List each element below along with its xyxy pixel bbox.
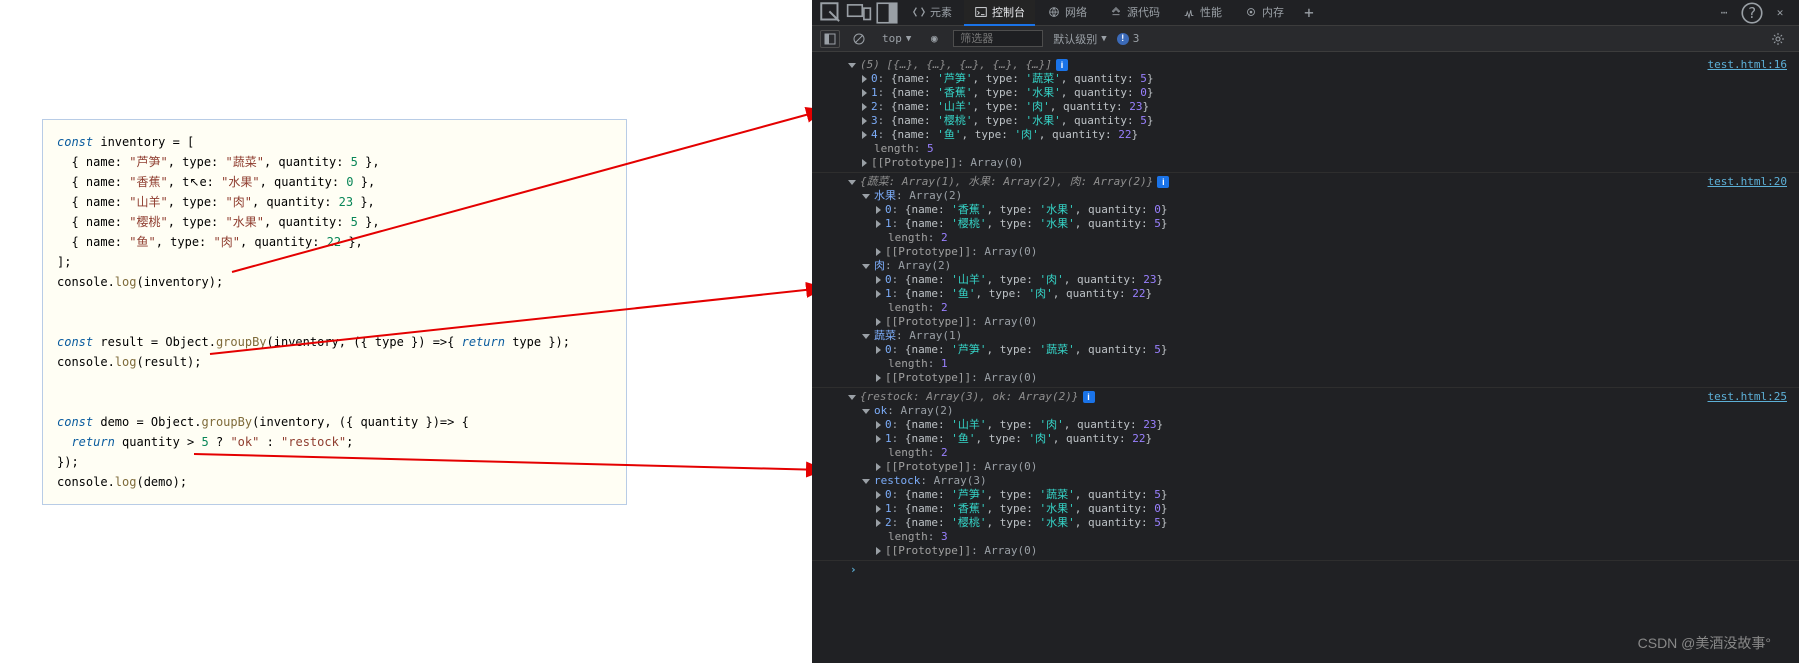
close-icon[interactable]: ✕ xyxy=(1767,2,1793,24)
inspect-icon[interactable] xyxy=(818,2,844,24)
context-selector[interactable]: top▼ xyxy=(878,32,915,45)
tab-sources[interactable]: 源代码 xyxy=(1099,0,1170,26)
source-link[interactable]: test.html:16 xyxy=(1708,58,1787,71)
tab-network[interactable]: 网络 xyxy=(1037,0,1097,26)
log-entry[interactable]: test.html:25 {restock: Array(3), ok: Arr… xyxy=(812,387,1799,560)
sidebar-toggle-icon[interactable] xyxy=(820,30,840,48)
help-icon[interactable]: ? xyxy=(1739,2,1765,24)
cursor-icon: ↖ xyxy=(189,175,199,189)
console-prompt[interactable]: › xyxy=(812,560,1799,578)
console-output[interactable]: test.html:16 (5) [{…}, {…}, {…}, {…}, {…… xyxy=(812,52,1799,663)
log-entry[interactable]: test.html:16 (5) [{…}, {…}, {…}, {…}, {…… xyxy=(812,56,1799,172)
more-icon[interactable]: ⋯ xyxy=(1711,2,1737,24)
watermark: CSDN @美酒没故事° xyxy=(1638,633,1771,653)
source-link[interactable]: test.html:20 xyxy=(1708,175,1787,188)
log-levels[interactable]: 默认级别▼ xyxy=(1049,31,1110,47)
dock-icon[interactable] xyxy=(874,2,900,24)
chevron-right-icon[interactable] xyxy=(862,75,867,83)
info-icon[interactable]: i xyxy=(1083,391,1095,403)
device-icon[interactable] xyxy=(846,2,872,24)
source-link[interactable]: test.html:25 xyxy=(1708,390,1787,403)
tab-memory[interactable]: 内存 xyxy=(1234,0,1294,26)
info-icon[interactable]: i xyxy=(1157,176,1169,188)
settings-icon[interactable] xyxy=(1765,28,1791,50)
eye-icon[interactable]: ◉ xyxy=(921,28,947,50)
log-entry[interactable]: test.html:20 {蔬菜: Array(1), 水果: Array(2)… xyxy=(812,172,1799,387)
code-editor: const inventory = [ { name: "芦笋", type: … xyxy=(42,119,627,505)
kw-const: const xyxy=(57,135,93,149)
tab-elements[interactable]: 元素 xyxy=(902,0,962,26)
filter-input[interactable] xyxy=(953,30,1043,47)
devtools-tabs: 元素 控制台 网络 源代码 性能 内存 + ⋯ ? ✕ xyxy=(812,0,1799,26)
console-toolbar: top▼ ◉ 默认级别▼ !3 xyxy=(812,26,1799,52)
svg-text:?: ? xyxy=(1748,4,1757,21)
tab-performance[interactable]: 性能 xyxy=(1172,0,1232,26)
devtools: 元素 控制台 网络 源代码 性能 内存 + ⋯ ? ✕ top▼ ◉ 默认级别▼… xyxy=(812,0,1799,663)
plus-icon[interactable]: + xyxy=(1296,2,1322,24)
clear-icon[interactable] xyxy=(846,28,872,50)
chevron-right-icon: › xyxy=(832,563,857,576)
tab-console[interactable]: 控制台 xyxy=(964,0,1035,26)
chevron-down-icon[interactable] xyxy=(848,63,856,68)
info-icon[interactable]: i xyxy=(1056,59,1068,71)
issue-count[interactable]: !3 xyxy=(1117,32,1140,45)
